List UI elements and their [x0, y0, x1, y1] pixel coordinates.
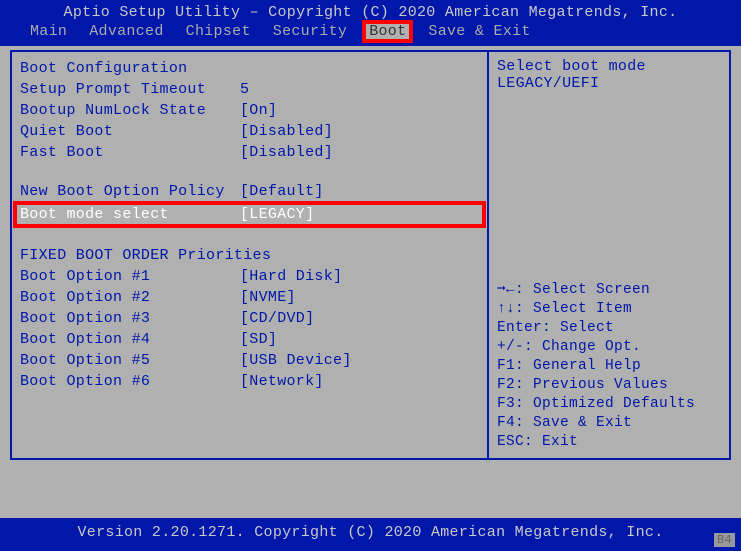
tab-main[interactable]: Main: [26, 23, 71, 40]
help-key-line: Enter: Select: [497, 319, 721, 338]
boot-option-value: [Hard Disk]: [240, 267, 342, 286]
bios-screen: Aptio Setup Utility – Copyright (C) 2020…: [0, 0, 741, 551]
boot-option-label: Boot Option #2: [20, 288, 240, 307]
boot-option-label: Boot Option #3: [20, 309, 240, 328]
boot-config-label: Bootup NumLock State: [20, 101, 240, 120]
boot-option-row[interactable]: Boot Option #4[SD]: [20, 329, 479, 350]
header: Aptio Setup Utility – Copyright (C) 2020…: [0, 0, 741, 46]
main-panels: Boot Configuration Setup Prompt Timeout5…: [0, 46, 741, 464]
boot-option-row[interactable]: Boot Option #2[NVME]: [20, 287, 479, 308]
boot-option-label: Boot Option #5: [20, 351, 240, 370]
app-title: Aptio Setup Utility – Copyright (C) 2020…: [10, 4, 731, 21]
help-key-line: ESC: Exit: [497, 433, 721, 452]
boot-option-row[interactable]: Boot Option #3[CD/DVD]: [20, 308, 479, 329]
boot-option-value: [CD/DVD]: [240, 309, 314, 328]
boot-config-row[interactable]: Setup Prompt Timeout5: [20, 79, 479, 100]
help-key-line: F4: Save & Exit: [497, 414, 721, 433]
help-keys: ➞←: Select Screen↑↓: Select ItemEnter: S…: [497, 281, 721, 452]
section-boot-configuration: Boot Configuration: [20, 60, 479, 77]
boot-option-label: Boot Option #6: [20, 372, 240, 391]
help-line: LEGACY/UEFI: [497, 75, 721, 92]
help-key-line: +/-: Change Opt.: [497, 338, 721, 357]
boot-config-value: [On]: [240, 101, 277, 120]
boot-config-label: Quiet Boot: [20, 122, 240, 141]
corner-badge: B4: [714, 533, 735, 547]
boot-option-value: [USB Device]: [240, 351, 352, 370]
help-key-line: ➞←: Select Screen: [497, 281, 721, 300]
boot-config-value: 5: [240, 80, 249, 99]
menubar: Main Advanced Chipset Security Boot Save & Ex…: [10, 21, 731, 44]
tab-save-exit[interactable]: Save & Exit: [424, 23, 534, 40]
boot-config-label: Fast Boot: [20, 143, 240, 162]
boot-policy-value: [Default]: [240, 182, 324, 201]
boot-config-row[interactable]: Fast Boot[Disabled]: [20, 142, 479, 163]
boot-option-label: Boot Option #1: [20, 267, 240, 286]
boot-option-value: [NVME]: [240, 288, 296, 307]
boot-config-label: Setup Prompt Timeout: [20, 80, 240, 99]
boot-policy-label: New Boot Option Policy: [20, 182, 240, 201]
help-key-line: F3: Optimized Defaults: [497, 395, 721, 414]
boot-policy-row[interactable]: Boot mode select[LEGACY]: [16, 204, 483, 225]
tab-chipset[interactable]: Chipset: [182, 23, 255, 40]
tab-boot[interactable]: Boot: [365, 23, 410, 40]
boot-policy-row[interactable]: New Boot Option Policy[Default]: [20, 181, 479, 202]
section-fixed-boot-order: FIXED BOOT ORDER Priorities: [20, 247, 479, 264]
boot-option-row[interactable]: Boot Option #5[USB Device]: [20, 350, 479, 371]
tab-advanced[interactable]: Advanced: [85, 23, 167, 40]
left-panel: Boot Configuration Setup Prompt Timeout5…: [10, 50, 488, 460]
help-key-line: F1: General Help: [497, 357, 721, 376]
boot-option-row[interactable]: Boot Option #6[Network]: [20, 371, 479, 392]
help-key-line: F2: Previous Values: [497, 376, 721, 395]
boot-option-label: Boot Option #4: [20, 330, 240, 349]
right-panel: Select boot modeLEGACY/UEFI ➞←: Select S…: [488, 50, 731, 460]
help-key-line: ↑↓: Select Item: [497, 300, 721, 319]
boot-option-value: [Network]: [240, 372, 324, 391]
boot-config-value: [Disabled]: [240, 122, 333, 141]
help-description: Select boot modeLEGACY/UEFI: [497, 58, 721, 92]
boot-config-row[interactable]: Bootup NumLock State[On]: [20, 100, 479, 121]
boot-config-value: [Disabled]: [240, 143, 333, 162]
footer-version: Version 2.20.1271. Copyright (C) 2020 Am…: [78, 524, 664, 541]
boot-option-row[interactable]: Boot Option #1[Hard Disk]: [20, 266, 479, 287]
help-line: Select boot mode: [497, 58, 721, 75]
boot-policy-label: Boot mode select: [20, 205, 240, 224]
boot-config-row[interactable]: Quiet Boot[Disabled]: [20, 121, 479, 142]
boot-option-value: [SD]: [240, 330, 277, 349]
tab-security[interactable]: Security: [269, 23, 351, 40]
footer: Version 2.20.1271. Copyright (C) 2020 Am…: [0, 518, 741, 551]
boot-policy-value: [LEGACY]: [240, 205, 314, 224]
